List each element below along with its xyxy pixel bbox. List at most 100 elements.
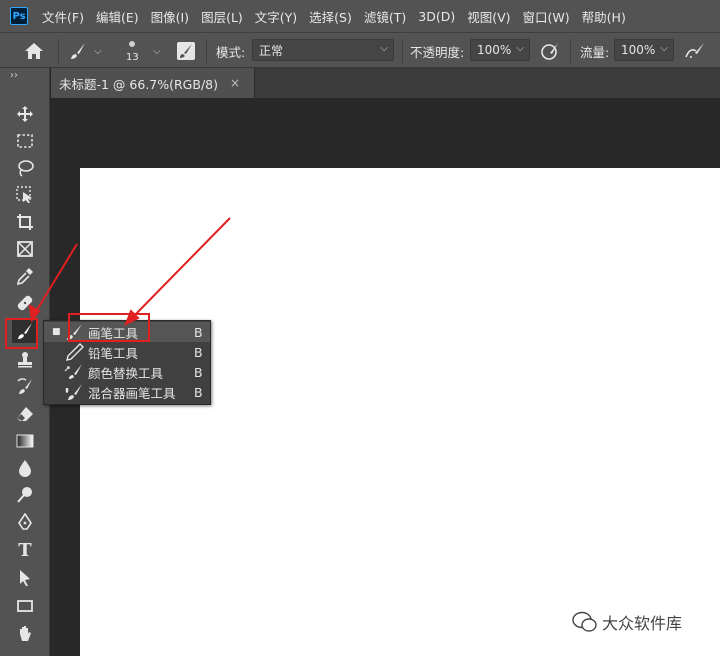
mode-label: 模式:: [216, 44, 246, 60]
lasso-icon: [18, 160, 34, 177]
annotation-box-brush-tool: [5, 318, 38, 349]
home-icon: [25, 43, 43, 59]
eyedropper-icon: [16, 268, 33, 285]
type-icon: T: [18, 539, 32, 561]
frame-tool[interactable]: [12, 237, 38, 261]
pencil-icon: [66, 343, 84, 361]
pen-tool[interactable]: [12, 510, 38, 534]
clone-stamp-tool[interactable]: [12, 348, 38, 372]
opacity-label: 不透明度:: [410, 44, 465, 60]
flow-label: 流量:: [580, 44, 610, 60]
history-brush-tool[interactable]: [12, 375, 38, 399]
brush-size-label: 13: [126, 52, 139, 63]
collapse-icon[interactable]: ››: [10, 70, 18, 81]
menu-3d[interactable]: 3D(D): [418, 9, 455, 24]
flyout-item-label: 颜色替换工具: [88, 365, 164, 381]
brush-preset-chevron[interactable]: ⌵: [153, 33, 161, 69]
menu-type[interactable]: 文字(Y): [255, 7, 297, 26]
pressure-opacity-icon: [541, 43, 558, 60]
document-tabs: 未标题-1 @ 66.7%(RGB/8) ×: [51, 68, 720, 98]
hand-tool[interactable]: [12, 622, 38, 646]
frame-icon: [17, 241, 33, 257]
menu-view[interactable]: 视图(V): [467, 7, 510, 26]
eyedropper-tool[interactable]: [12, 264, 38, 288]
options-bar: ⌵ 13 ⌵ 模式: 正常 ⌵ 不透明度: 100% ⌵ 流量: 100% ⌵: [0, 32, 720, 68]
object-select-icon: [16, 186, 32, 203]
rectangle-tool[interactable]: [12, 594, 38, 618]
menu-bar: Ps 文件(F) 编辑(E) 图像(I) 图层(L) 文字(Y) 选择(S) 滤…: [0, 0, 720, 32]
healing-brush-tool[interactable]: [12, 291, 38, 315]
opacity-field[interactable]: 100% ⌵: [470, 39, 530, 61]
dodge-tool[interactable]: [12, 483, 38, 507]
brush-tip-icon: [129, 41, 136, 47]
chevron-down-icon: ⌵: [660, 43, 668, 54]
opacity-value: 100%: [477, 43, 512, 57]
menu-help[interactable]: 帮助(H): [582, 7, 626, 26]
document-tab[interactable]: 未标题-1 @ 66.7%(RGB/8) ×: [51, 68, 256, 98]
flow-field[interactable]: 100% ⌵: [614, 39, 674, 61]
object-select-tool[interactable]: [12, 183, 38, 207]
history-brush-icon: [17, 378, 32, 394]
marquee-icon: [17, 134, 33, 148]
menu-edit[interactable]: 编辑(E): [96, 7, 139, 26]
selected-bullet-icon: ■: [52, 327, 61, 337]
blur-icon: [19, 460, 31, 477]
eraser-tool[interactable]: [12, 402, 38, 426]
flyout-item-color-replacement[interactable]: 颜色替换工具 B: [44, 362, 210, 382]
flyout-item-shortcut: B: [194, 364, 203, 380]
wechat-icon: [572, 611, 597, 632]
menu-filter[interactable]: 滤镜(T): [364, 7, 406, 26]
airbrush-button[interactable]: [684, 33, 706, 69]
flyout-item-label: 混合器画笔工具: [88, 385, 176, 401]
menu-image[interactable]: 图像(I): [151, 7, 189, 26]
crop-tool[interactable]: [12, 210, 38, 234]
dodge-icon: [17, 487, 32, 503]
crop-icon: [17, 214, 33, 230]
flyout-item-shortcut: B: [194, 324, 203, 340]
menu-file[interactable]: 文件(F): [42, 7, 84, 26]
flyout-item-pencil[interactable]: 铅笔工具 B: [44, 342, 210, 362]
chevron-down-icon: ⌵: [153, 45, 161, 57]
annotation-box-brush-item: [68, 313, 150, 342]
photoshop-logo: Ps: [10, 7, 28, 25]
flyout-item-shortcut: B: [194, 344, 203, 360]
hand-icon: [20, 626, 31, 641]
move-tool[interactable]: [12, 102, 38, 126]
flow-value: 100%: [621, 43, 656, 57]
mixer-brush-icon: [65, 384, 82, 400]
brush-icon: [71, 43, 85, 59]
pen-icon: [18, 513, 32, 530]
chevron-down-icon: ⌵: [516, 43, 524, 54]
type-tool[interactable]: T: [12, 538, 38, 562]
gradient-tool[interactable]: [12, 429, 38, 453]
lasso-tool[interactable]: [12, 156, 38, 180]
path-selection-tool[interactable]: [12, 566, 38, 590]
eraser-icon: [17, 407, 33, 421]
brush-settings-button[interactable]: [176, 33, 196, 69]
gradient-icon: [16, 434, 34, 448]
close-icon[interactable]: ×: [230, 76, 240, 90]
path-select-icon: [20, 570, 30, 586]
tool-preset-picker[interactable]: ⌵: [68, 33, 102, 69]
chevron-down-icon: ⌵: [94, 45, 102, 57]
blur-tool[interactable]: [12, 456, 38, 480]
menu-layer[interactable]: 图层(L): [201, 7, 243, 26]
flyout-item-mixer-brush[interactable]: 混合器画笔工具 B: [44, 382, 210, 402]
mode-dropdown[interactable]: 正常 ⌵: [252, 39, 394, 61]
document-canvas[interactable]: [80, 168, 720, 656]
marquee-tool[interactable]: [12, 129, 38, 153]
stamp-icon: [18, 352, 32, 368]
menu-window[interactable]: 窗口(W): [523, 7, 570, 26]
pressure-opacity-button[interactable]: [540, 33, 560, 69]
healing-icon: [17, 295, 33, 311]
brush-settings-icon: [177, 42, 195, 60]
move-icon: [17, 106, 33, 122]
chevron-down-icon: ⌵: [380, 43, 388, 54]
color-replacement-icon: [64, 364, 82, 379]
home-button[interactable]: [24, 33, 44, 69]
watermark: 大众软件库: [572, 610, 682, 634]
flyout-item-shortcut: B: [194, 384, 203, 400]
brush-preset-picker[interactable]: 13: [126, 33, 139, 69]
watermark-text: 大众软件库: [602, 614, 683, 633]
menu-select[interactable]: 选择(S): [309, 7, 352, 26]
